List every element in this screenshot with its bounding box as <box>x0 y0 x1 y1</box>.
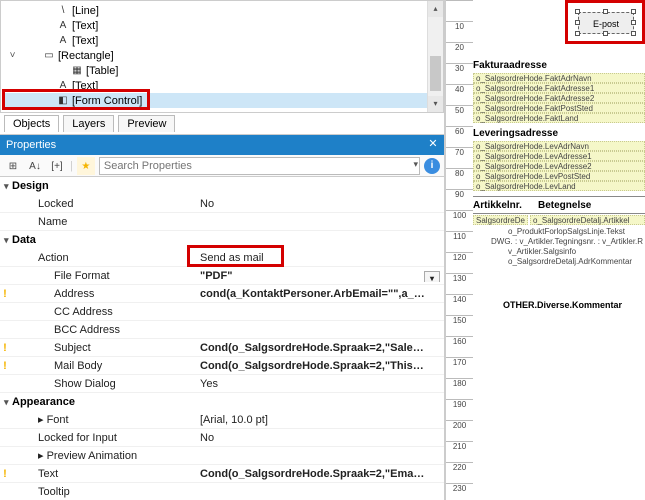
text-icon: A <box>56 80 70 91</box>
prop-preview-animation[interactable]: ▸ Preview Animation <box>0 447 444 465</box>
scroll-up-icon[interactable]: ▴ <box>428 1 443 17</box>
faktura-field[interactable]: o_SalgsordreHode.FaktAdrNavn <box>474 74 644 83</box>
table-cell[interactable]: o_SalgsordreDetalj.Artikkel <box>531 216 644 225</box>
panel-tabs: Objects Layers Preview <box>0 113 444 135</box>
faktura-title: Fakturaadresse <box>473 60 547 71</box>
scroll-down-icon[interactable]: ▾ <box>428 96 443 112</box>
levering-field[interactable]: o_SalgsordreHode.LevAdresse2 <box>474 162 644 171</box>
properties-toolbar: ⊞ A↓ [+] | ★ ▾ i <box>0 155 444 177</box>
chevron-down-icon[interactable]: ▾ <box>413 159 418 170</box>
prop-subject[interactable]: !SubjectCond(o_SalgsordreHode.Spraak=2,"… <box>0 339 444 357</box>
levering-field[interactable]: o_SalgsordreHode.LevAdresse1 <box>474 152 644 161</box>
text-icon: A <box>56 20 70 31</box>
faktura-field[interactable]: o_SalgsordreHode.FaktPostSted <box>474 104 644 113</box>
tree-scrollbar[interactable]: ▴ ▾ <box>427 1 443 112</box>
sub-field[interactable]: DWG. : v_Artikler.Tegningsnr. : v_Artikl… <box>491 237 643 246</box>
close-icon[interactable]: ✕ <box>426 138 440 152</box>
tab-preview[interactable]: Preview <box>118 115 175 132</box>
levering-title: Leveringsadresse <box>473 128 558 139</box>
prop-bcc-address[interactable]: BCC Address <box>0 321 444 339</box>
prop-mail-body[interactable]: !Mail BodyCond(o_SalgsordreHode.Spraak=2… <box>0 357 444 375</box>
tab-objects[interactable]: Objects <box>4 115 59 132</box>
sub-field[interactable]: v_Artikler.Salgsinfo <box>508 247 576 256</box>
text-icon: A <box>56 35 70 46</box>
tree-item[interactable]: A[Text] <box>3 33 441 48</box>
line-icon: \ <box>56 5 70 16</box>
prop-address[interactable]: !Addresscond(a_KontaktPersoner.ArbEmail=… <box>0 285 444 303</box>
info-icon[interactable]: i <box>424 158 440 174</box>
prop-file-format[interactable]: File Format"PDF"▾ <box>0 267 444 285</box>
expand-icon[interactable]: [+] <box>48 157 66 175</box>
categorize-icon[interactable]: ⊞ <box>4 157 22 175</box>
search-input[interactable] <box>99 157 420 175</box>
tree-item[interactable]: A[Text] <box>3 78 441 93</box>
sort-icon[interactable]: A↓ <box>26 157 44 175</box>
levering-field[interactable]: o_SalgsordreHode.LevPostSted <box>474 172 644 181</box>
design-canvas[interactable]: E-post Fakturaadresse o_SalgsordreHode.F… <box>473 0 645 500</box>
chevron-down-icon[interactable]: ▾ <box>424 271 440 282</box>
sub-field[interactable]: o_SalgsordreDetalj.AdrKommentar <box>508 257 632 266</box>
category-design[interactable]: ▾Design <box>0 177 444 195</box>
object-tree[interactable]: \[Line] A[Text] A[Text] ˅▭[Rectangle] ▦[… <box>0 0 444 113</box>
form-control-icon: ◧ <box>56 95 70 106</box>
column-betegnelse: Betegnelse <box>538 200 591 211</box>
prop-locked-for-input[interactable]: Locked for InputNo <box>0 429 444 447</box>
rectangle-icon: ▭ <box>42 50 56 61</box>
prop-name[interactable]: Name <box>0 213 444 231</box>
prop-show-dialog[interactable]: Show DialogYes <box>0 375 444 393</box>
vertical-ruler: 10 20 30 40 50 60 70 80 90 100 110 120 1… <box>445 0 473 500</box>
table-cell[interactable]: SalgsordreDe <box>474 216 527 225</box>
prop-tooltip[interactable]: Tooltip <box>0 483 444 500</box>
faktura-field[interactable]: o_SalgsordreHode.FaktAdresse1 <box>474 84 644 93</box>
prop-text[interactable]: !TextCond(o_SalgsordreHode.Spraak=2,"Ema… <box>0 465 444 483</box>
properties-panel-header: Properties ✕ <box>0 135 444 155</box>
tree-item[interactable]: ˅▭[Rectangle] <box>3 48 441 63</box>
other-kommentar[interactable]: OTHER.Diverse.Kommentar <box>503 300 622 310</box>
levering-field[interactable]: o_SalgsordreHode.LevAdrNavn <box>474 142 644 151</box>
tree-item[interactable]: A[Text] <box>3 18 441 33</box>
property-grid: ▾Design LockedNo Name ▾Data ActionSend a… <box>0 177 444 500</box>
tree-item[interactable]: \[Line] <box>3 3 441 18</box>
prop-cc-address[interactable]: CC Address <box>0 303 444 321</box>
faktura-field[interactable]: o_SalgsordreHode.FaktLand <box>474 114 644 123</box>
category-data[interactable]: ▾Data <box>0 231 444 249</box>
tab-layers[interactable]: Layers <box>63 115 114 132</box>
tree-item-form-control[interactable]: ◧[Form Control] <box>3 93 441 108</box>
sub-field[interactable]: o_ProduktForlopSalgsLinje.Tekst <box>508 227 625 236</box>
faktura-field[interactable]: o_SalgsordreHode.FaktAdresse2 <box>474 94 644 103</box>
column-artikkelnr: Artikkelnr. <box>473 200 522 211</box>
category-appearance[interactable]: ▾Appearance <box>0 393 444 411</box>
panel-title: Properties <box>6 139 56 151</box>
prop-action[interactable]: ActionSend as mail <box>0 249 444 267</box>
levering-field[interactable]: o_SalgsordreHode.LevLand <box>474 182 644 191</box>
tree-item[interactable]: ▦[Table] <box>3 63 441 78</box>
prop-locked[interactable]: LockedNo <box>0 195 444 213</box>
prop-font[interactable]: ▸ Font[Arial, 10.0 pt] <box>0 411 444 429</box>
table-icon: ▦ <box>70 65 84 76</box>
favorites-icon[interactable]: ★ <box>77 157 95 175</box>
